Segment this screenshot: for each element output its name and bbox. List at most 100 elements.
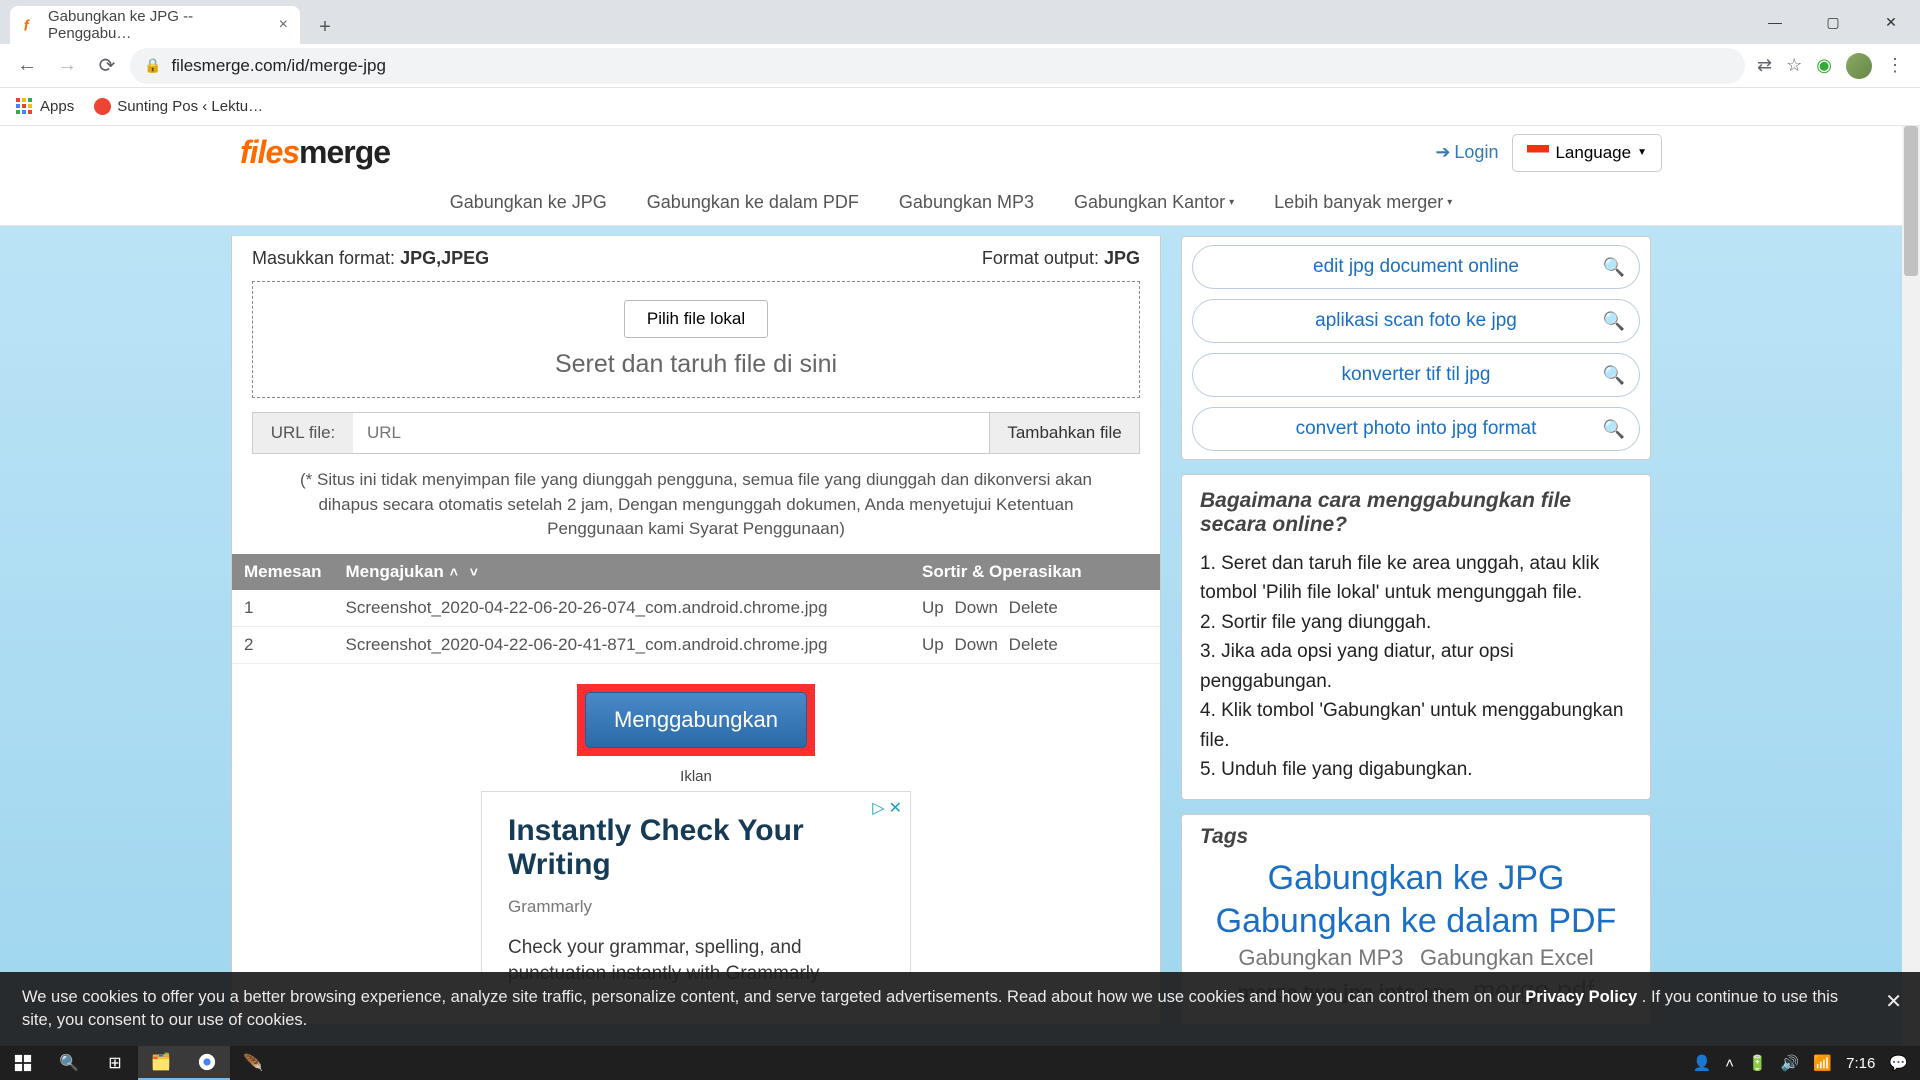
bookmark-item[interactable]: Sunting Pos ‹ Lektu… [94,98,263,115]
minimize-button[interactable]: — [1746,0,1804,44]
omnibox[interactable]: 🔒 filesmerge.com/id/merge-jpg [130,48,1745,84]
scrollbar[interactable] [1902,126,1920,1046]
delete-link[interactable]: Delete [1009,635,1058,654]
star-icon[interactable]: ☆ [1786,55,1802,76]
browser-tab[interactable]: f Gabungkan ke JPG -- Penggabu… × [10,6,300,44]
battery-tray-icon[interactable]: 🔋 [1748,1054,1767,1072]
merge-button[interactable]: Menggabungkan [585,692,807,748]
tag-link[interactable]: Gabungkan MP3 [1238,945,1403,971]
login-arrow-icon: ➔ [1435,142,1450,163]
translate-icon[interactable]: ⇄ [1757,55,1772,76]
logo-part1: files [240,134,299,170]
th-order: Memesan [232,554,333,590]
kebab-menu-icon[interactable]: ⋮ [1886,55,1904,76]
nav-label: Gabungkan ke JPG [450,192,607,213]
related-search-item[interactable]: aplikasi scan foto ke jpg🔍 [1192,299,1640,343]
close-window-button[interactable]: ✕ [1862,0,1920,44]
language-button[interactable]: Language ▼ [1512,134,1662,172]
search-icon: 🔍 [1603,257,1625,278]
sort-icons: ˄ ˅ [450,564,482,580]
window-controls: — ▢ ✕ [1746,0,1920,44]
extension-icon[interactable]: ◉ [1816,55,1832,76]
close-icon[interactable]: × [279,16,288,34]
apps-shortcut[interactable]: Apps [16,98,74,116]
back-button[interactable]: ← [10,49,44,83]
tag-link[interactable]: Gabungkan ke JPG [1268,859,1565,898]
sidebar: edit jpg document online🔍 aplikasi scan … [1181,236,1651,1025]
search-taskbar-icon[interactable]: 🔍 [46,1046,92,1080]
cookie-close-icon[interactable]: ✕ [1885,988,1902,1016]
row-ops: Up Down Delete [910,626,1160,663]
browser-titlebar: f Gabungkan ke JPG -- Penggabu… × + — ▢ … [0,0,1920,44]
url-input-row: URL file: Tambahkan file [252,412,1140,454]
related-search-item[interactable]: edit jpg document online🔍 [1192,245,1640,289]
chevron-down-icon: ▼ [1637,147,1647,158]
nav-merge-jpg[interactable]: Gabungkan ke JPG [450,192,607,213]
apps-icon [16,98,34,116]
ad-info-icon[interactable]: ▷ [872,798,884,818]
row-ops: Up Down Delete [910,590,1160,627]
wifi-tray-icon[interactable]: 📶 [1813,1054,1832,1072]
nav-merge-mp3[interactable]: Gabungkan MP3 [899,192,1034,213]
page-viewport: filesmerge ➔ Login Language ▼ [0,126,1902,1046]
howto-box: Bagaimana cara menggabungkan file secara… [1181,474,1651,800]
reload-button[interactable]: ⟳ [90,49,124,83]
output-format-label: Format output: [982,248,1104,268]
howto-step: 1. Seret dan taruh file ke area unggah, … [1200,549,1632,608]
site-logo[interactable]: filesmerge [240,134,390,171]
maximize-button[interactable]: ▢ [1804,0,1862,44]
people-tray-icon[interactable]: 👤 [1693,1054,1712,1072]
output-format: Format output: JPG [982,248,1140,269]
related-search-item[interactable]: konverter tif til jpg🔍 [1192,353,1640,397]
move-down-link[interactable]: Down [954,598,997,617]
delete-link[interactable]: Delete [1009,598,1058,617]
chrome-taskbar-icon[interactable] [184,1046,230,1080]
howto-step: 2. Sortir file yang diunggah. [1200,608,1632,637]
windows-taskbar: 🔍 ⊞ 🗂️ 🪶 👤 ˄ 🔋 🔊 📶 7:16 💬 [0,1046,1920,1080]
move-up-link[interactable]: Up [922,635,944,654]
ad-label: Iklan [232,766,1160,791]
privacy-policy-link[interactable]: Privacy Policy [1525,988,1637,1006]
forward-button[interactable]: → [50,49,84,83]
table-row: 2 Screenshot_2020-04-22-06-20-41-871_com… [232,626,1160,663]
search-icon: 🔍 [1603,365,1625,386]
clock[interactable]: 7:16 [1846,1055,1875,1072]
volume-tray-icon[interactable]: 🔊 [1781,1054,1800,1072]
pick-local-file-button[interactable]: Pilih file lokal [624,300,768,338]
ad-close-icon[interactable]: ✕ [889,798,902,818]
new-tab-button[interactable]: + [308,10,342,44]
tag-link[interactable]: Gabungkan ke dalam PDF [1216,902,1617,941]
address-bar: ← → ⟳ 🔒 filesmerge.com/id/merge-jpg ⇄ ☆ … [0,44,1920,88]
site-header: filesmerge ➔ Login Language ▼ [0,126,1902,226]
nav-merge-pdf[interactable]: Gabungkan ke dalam PDF [647,192,859,213]
related-search-label: convert photo into jpg format [1296,418,1537,440]
nav-more-mergers[interactable]: Lebih banyak merger▾ [1274,192,1452,213]
lock-icon: 🔒 [144,57,161,74]
app-taskbar-icon[interactable]: 🪶 [230,1046,276,1080]
profile-avatar[interactable] [1846,53,1872,79]
task-view-icon[interactable]: ⊞ [92,1046,138,1080]
add-url-file-button[interactable]: Tambahkan file [989,413,1139,453]
scrollbar-thumb[interactable] [1904,126,1918,276]
nav-merge-office[interactable]: Gabungkan Kantor▾ [1074,192,1234,213]
url-input[interactable] [353,413,989,453]
dropzone[interactable]: Pilih file lokal Seret dan taruh file di… [252,281,1140,398]
site-nav: Gabungkan ke JPG Gabungkan ke dalam PDF … [0,179,1902,225]
bookmarks-bar: Apps Sunting Pos ‹ Lektu… [0,88,1920,126]
svg-text:f: f [24,18,30,34]
related-search-item[interactable]: convert photo into jpg format🔍 [1192,407,1640,451]
favicon-icon: f [22,16,40,34]
move-up-link[interactable]: Up [922,598,944,617]
login-link[interactable]: ➔ Login [1435,142,1498,163]
howto-step: 5. Unduh file yang digabungkan. [1200,755,1632,784]
flag-id-icon [1527,145,1549,160]
th-ops: Sortir & Operasikan [910,554,1160,590]
notifications-tray-icon[interactable]: 💬 [1889,1054,1908,1072]
tray-chevron-icon[interactable]: ˄ [1725,1055,1734,1072]
file-explorer-icon[interactable]: 🗂️ [138,1046,184,1080]
th-file[interactable]: Mengajukan˄ ˅ [333,554,910,590]
move-down-link[interactable]: Down [954,635,997,654]
tag-link[interactable]: Gabungkan Excel [1420,945,1594,971]
start-button[interactable] [0,1046,46,1080]
table-row: 1 Screenshot_2020-04-22-06-20-26-074_com… [232,590,1160,627]
